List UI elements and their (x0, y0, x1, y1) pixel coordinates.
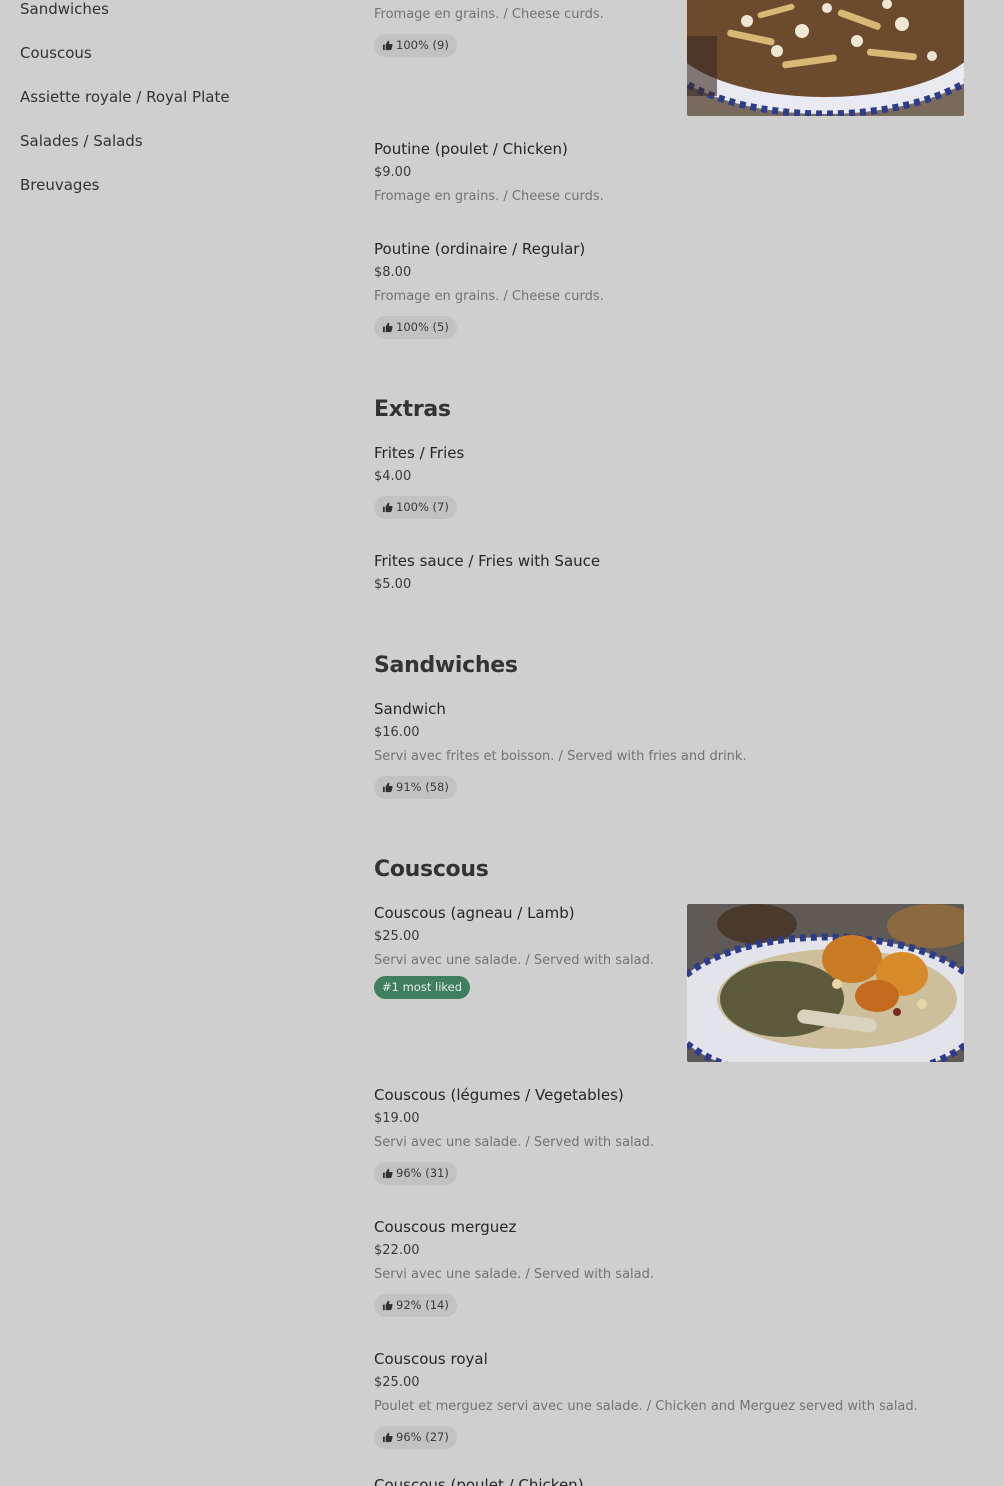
thumbs-up-icon (382, 36, 393, 59)
menu-item-name: Frites sauce / Fries with Sauce (374, 552, 601, 570)
rating-text: 100% (7) (396, 500, 449, 514)
rating-badge: 96% (31) (374, 1162, 457, 1185)
thumbs-up-icon (382, 1428, 393, 1451)
sidebar-item-drinks[interactable]: Breuvages (20, 176, 100, 194)
menu-item-price: $9.00 (374, 165, 412, 180)
menu-item-price: $16.00 (374, 725, 420, 740)
menu-item-name: Couscous merguez (374, 1218, 517, 1236)
menu-item-name: Frites / Fries (374, 444, 465, 462)
sidebar-item-royal-plate[interactable]: Assiette royale / Royal Plate (20, 88, 230, 106)
menu-item-description: Fromage en grains. / Cheese curds. (374, 189, 604, 204)
menu-item-description: Servi avec une salade. / Served with sal… (374, 953, 655, 968)
menu-item-price: $5.00 (374, 577, 412, 592)
rating-text: 100% (9) (396, 38, 449, 52)
section-title-sandwiches: Sandwiches (374, 653, 518, 678)
section-title-extras: Extras (374, 397, 451, 422)
rating-text: 100% (5) (396, 320, 449, 334)
rating-badge: 92% (14) (374, 1294, 457, 1317)
menu-item-name: Couscous royal (374, 1350, 488, 1368)
couscous-lamb-photo[interactable] (687, 904, 964, 1062)
thumbs-up-icon (382, 318, 393, 341)
most-liked-badge: #1 most liked (374, 976, 471, 999)
menu-item-description: Poulet et merguez servi avec une salade.… (374, 1399, 918, 1414)
section-title-couscous: Couscous (374, 857, 489, 882)
thumbs-up-icon (382, 778, 393, 801)
menu-item-name: Sandwich (374, 700, 446, 718)
menu-item-description: Fromage en grains. / Cheese curds. (374, 7, 604, 22)
rating-badge: 100% (9) (374, 34, 457, 57)
menu-item-description: Servi avec frites et boisson. / Served w… (374, 749, 747, 764)
menu-item-name: Couscous (agneau / Lamb) (374, 904, 575, 922)
rating-text: 96% (27) (396, 1430, 449, 1444)
menu-item-price: $8.00 (374, 265, 412, 280)
menu-item-name: Poutine (poulet / Chicken) (374, 140, 568, 158)
menu-item-name: Couscous (légumes / Vegetables) (374, 1086, 624, 1104)
menu-item-name: Poutine (ordinaire / Regular) (374, 240, 586, 258)
menu-item-price: $22.00 (374, 1243, 420, 1258)
rating-badge: 96% (27) (374, 1426, 457, 1449)
menu-item-description: Servi avec une salade. / Served with sal… (374, 1267, 655, 1282)
thumbs-up-icon (382, 1296, 393, 1319)
thumbs-up-icon (382, 1164, 393, 1187)
menu-item-price: $25.00 (374, 1375, 420, 1390)
poutine-photo[interactable] (687, 0, 964, 116)
sidebar-item-sandwiches[interactable]: Sandwiches (20, 0, 109, 18)
thumbs-up-icon (382, 498, 393, 521)
menu-item-description: Servi avec une salade. / Served with sal… (374, 1135, 655, 1150)
menu-item-name: Couscous (poulet / Chicken) (374, 1476, 584, 1486)
menu-item[interactable]: Couscous (poulet / Chicken) (374, 1476, 964, 1486)
rating-text: 96% (31) (396, 1166, 449, 1180)
rating-badge: 100% (5) (374, 316, 457, 339)
rating-badge: 100% (7) (374, 496, 457, 519)
sidebar-item-couscous[interactable]: Couscous (20, 44, 92, 62)
menu-item-price: $19.00 (374, 1111, 420, 1126)
menu-item-price: $4.00 (374, 469, 412, 484)
rating-text: 91% (58) (396, 780, 449, 794)
menu-item-description: Fromage en grains. / Cheese curds. (374, 289, 604, 304)
rating-text: 92% (14) (396, 1298, 449, 1312)
rating-badge: 91% (58) (374, 776, 457, 799)
sidebar-item-salads[interactable]: Salades / Salads (20, 132, 143, 150)
menu-item-price: $25.00 (374, 929, 420, 944)
